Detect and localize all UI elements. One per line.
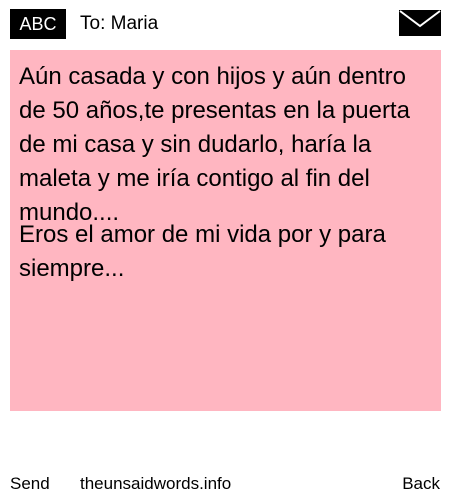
softkey-bar: Send theunsaidwords.info Back <box>0 470 450 498</box>
site-link[interactable]: theunsaidwords.info <box>80 470 231 498</box>
back-button[interactable]: Back <box>402 470 440 498</box>
message-paragraph: Eros el amor de mi vida por y para siemp… <box>19 221 386 282</box>
recipient-field: To: Maria <box>80 13 159 34</box>
message-paragraph: Aún casada y con hijos y aún dentro de 5… <box>19 63 410 226</box>
message-body: Aún casada y con hijos y aún dentro de 5… <box>10 50 441 411</box>
envelope-icon <box>399 10 441 36</box>
send-button[interactable]: Send <box>10 470 50 498</box>
message-header: ABC To: Maria <box>0 0 450 46</box>
input-mode-badge[interactable]: ABC <box>10 9 66 39</box>
